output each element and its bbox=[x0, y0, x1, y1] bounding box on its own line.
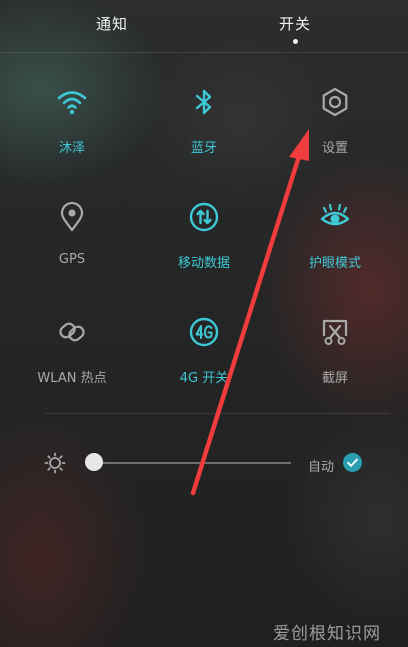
panel-tabs: 通知 开关 bbox=[0, 0, 408, 53]
auto-brightness-checkbox[interactable] bbox=[343, 453, 362, 472]
bluetooth-icon bbox=[195, 89, 212, 115]
mobile-data-icon bbox=[189, 202, 219, 232]
eye-icon bbox=[320, 203, 350, 226]
toggle-wlan-hotspot[interactable]: WLAN 热点 bbox=[7, 316, 137, 396]
settings-shortcut[interactable]: 设置 bbox=[270, 86, 400, 166]
gear-icon bbox=[322, 87, 348, 117]
screenshot-shortcut[interactable]: 截屏 bbox=[270, 316, 400, 396]
auto-brightness-label: 自动 bbox=[308, 460, 335, 475]
tile-label: 4G 开关 bbox=[179, 371, 229, 386]
tile-label: 设置 bbox=[321, 141, 348, 156]
checkmark-icon bbox=[347, 458, 358, 467]
toggle-bluetooth[interactable]: 蓝牙 bbox=[139, 86, 269, 166]
toggle-wifi[interactable]: 沐泽 bbox=[7, 86, 137, 166]
toggle-gps[interactable]: GPS bbox=[7, 201, 137, 281]
tab-notifications[interactable]: 通知 bbox=[96, 13, 128, 34]
active-tab-indicator bbox=[293, 39, 298, 44]
tile-label: 蓝牙 bbox=[190, 141, 217, 156]
brightness-slider-track[interactable] bbox=[86, 462, 291, 464]
toggle-mobile-data[interactable]: 移动数据 bbox=[139, 201, 269, 281]
brightness-sun-icon bbox=[44, 452, 66, 474]
4g-icon bbox=[189, 317, 219, 347]
tile-label: GPS bbox=[58, 252, 86, 267]
screenshot-icon bbox=[322, 319, 348, 345]
wifi-icon bbox=[57, 91, 87, 115]
tile-label: 护眼模式 bbox=[308, 256, 361, 271]
toggle-eye-protection[interactable]: 护眼模式 bbox=[270, 201, 400, 281]
tile-label: WLAN 热点 bbox=[37, 371, 107, 386]
quick-settings-panel: 通知 开关 沐泽 蓝牙 设置 GPS 移动数据 护眼模式 WLAN 热点 4G … bbox=[0, 0, 408, 647]
tab-switches[interactable]: 开关 bbox=[279, 13, 311, 34]
brightness-slider-thumb[interactable] bbox=[85, 453, 104, 471]
toggle-4g[interactable]: 4G 开关 bbox=[139, 316, 269, 396]
location-pin-icon bbox=[60, 201, 84, 232]
watermark: 爱创根知识网 bbox=[273, 624, 381, 644]
tile-label: 截屏 bbox=[321, 371, 348, 386]
tile-label: 沐泽 bbox=[58, 141, 85, 156]
hotspot-icon bbox=[59, 322, 85, 342]
tile-label: 移动数据 bbox=[177, 256, 230, 271]
divider bbox=[45, 413, 390, 414]
